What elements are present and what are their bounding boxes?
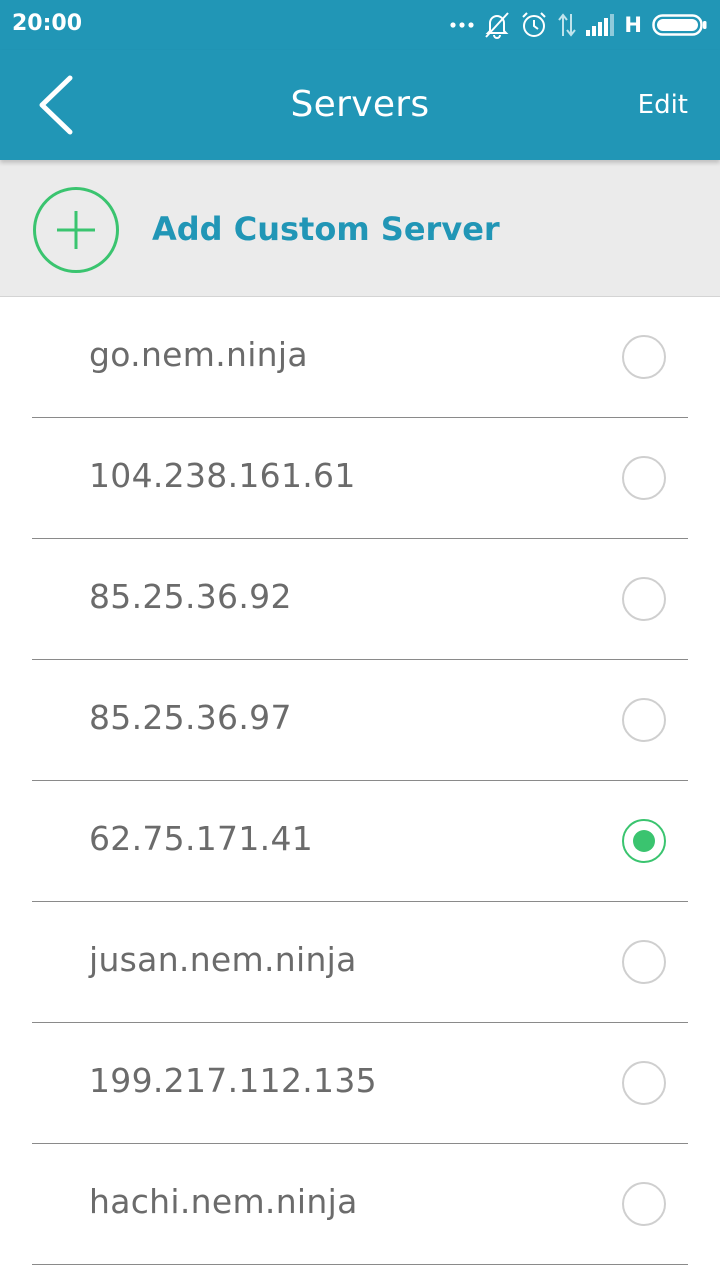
network-type-label: H [624,13,642,37]
data-arrows-icon [558,12,577,38]
battery-icon [652,13,708,37]
page-title: Servers [290,84,430,125]
server-row[interactable]: 104.238.161.61 [0,418,720,539]
server-row[interactable]: 199.217.112.135 [0,1023,720,1144]
more-dots-icon [450,21,475,29]
edit-button[interactable]: Edit [638,90,688,120]
status-bar: 20:00 H [0,0,720,50]
server-radio-button[interactable] [622,456,666,500]
server-radio-button[interactable] [622,335,666,379]
server-name: 62.75.171.41 [89,819,314,858]
server-radio-button[interactable] [622,1061,666,1105]
server-row[interactable]: jusan.nem.ninja [0,902,720,1023]
server-name: go.nem.ninja [89,335,308,374]
server-radio-button[interactable] [622,577,666,621]
server-name: hachi.nem.ninja [89,1182,358,1221]
signal-icon [586,14,615,36]
alarm-icon [520,11,548,39]
server-row[interactable]: 62.75.171.41 [0,781,720,902]
server-row[interactable]: 85.25.36.97 [0,660,720,781]
server-name: 85.25.36.92 [89,577,292,616]
status-icons: H [450,8,708,42]
server-name: 85.25.36.97 [89,698,292,737]
server-name: jusan.nem.ninja [89,940,357,979]
server-row[interactable]: 85.25.36.92 [0,539,720,660]
app-bar: Servers Edit [0,50,720,160]
server-radio-button[interactable] [622,1182,666,1226]
server-radio-button[interactable] [622,819,666,863]
plus-circle-icon [32,186,120,274]
server-list: go.nem.ninja 104.238.161.61 85.25.36.92 … [0,297,720,1265]
server-row[interactable]: go.nem.ninja [0,297,720,418]
chevron-left-icon [30,75,80,142]
server-row[interactable]: hachi.nem.ninja [0,1144,720,1265]
muted-bell-icon [484,11,510,39]
server-name: 104.238.161.61 [89,456,356,495]
add-custom-server-label: Add Custom Server [152,210,500,248]
add-custom-server-button[interactable]: Add Custom Server [0,160,720,297]
server-radio-button[interactable] [622,940,666,984]
status-time: 20:00 [12,11,83,36]
server-name: 199.217.112.135 [89,1061,377,1100]
server-radio-button[interactable] [622,698,666,742]
